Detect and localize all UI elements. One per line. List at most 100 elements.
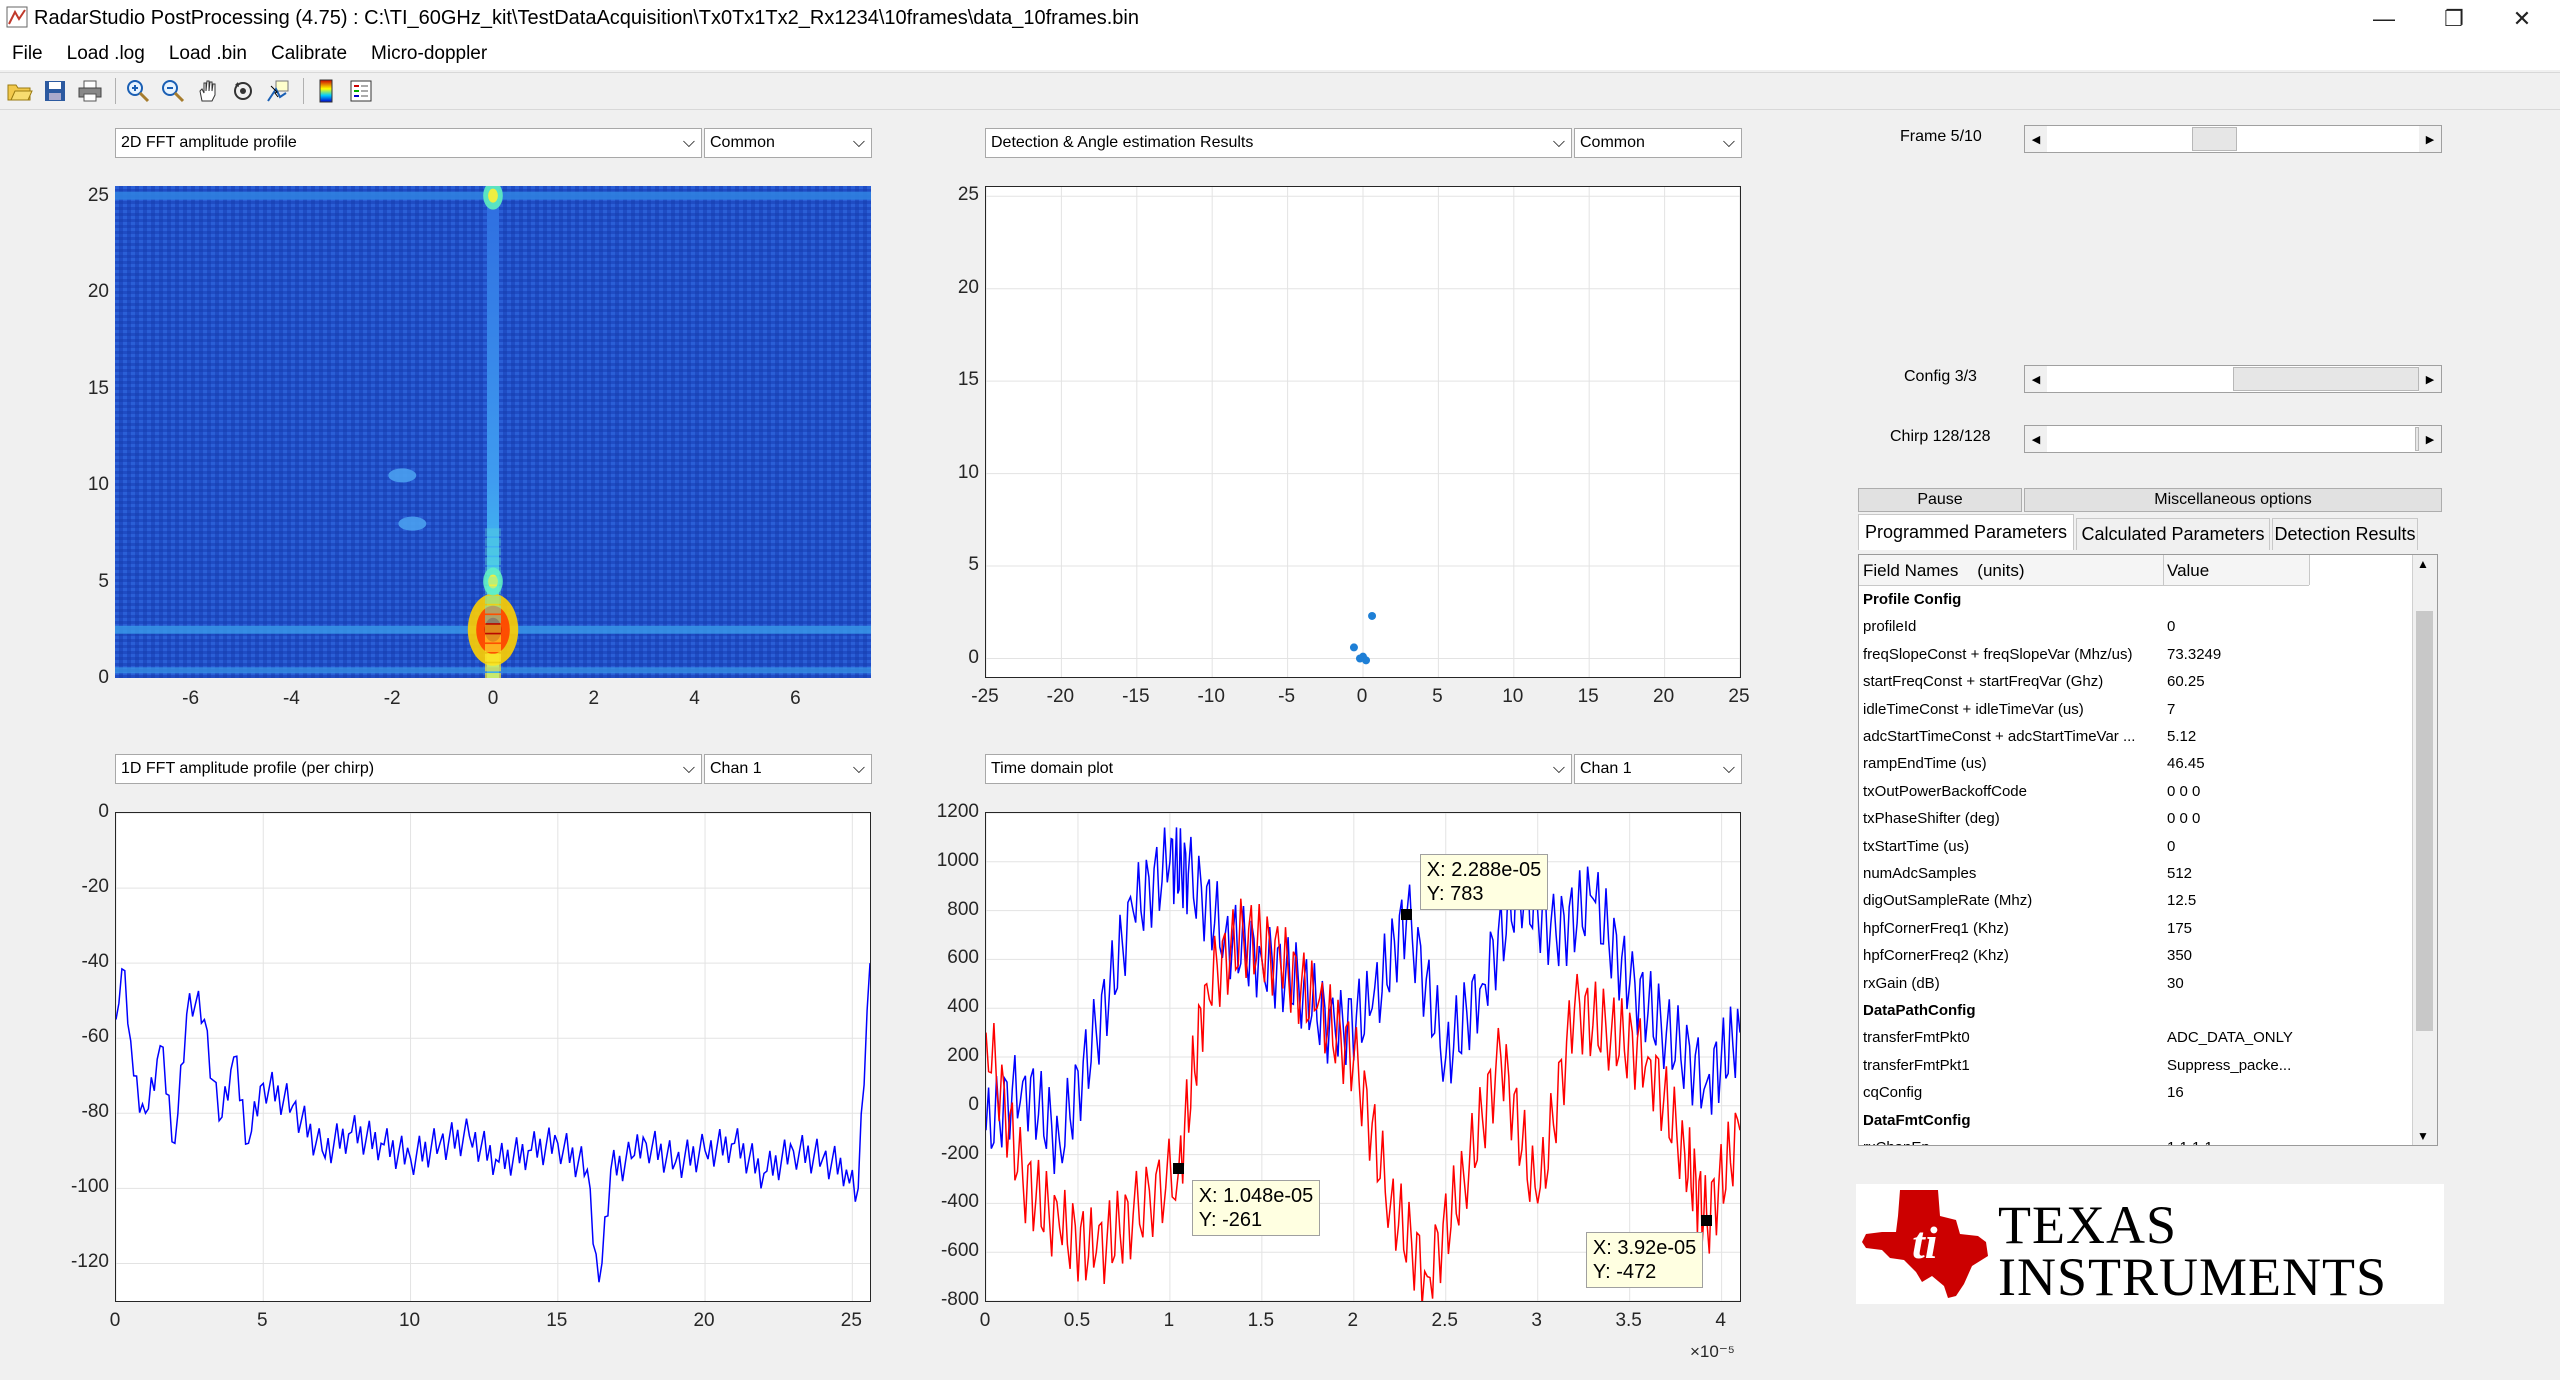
zoom-out-button[interactable] [157, 75, 189, 107]
datatip-marker[interactable] [1172, 1163, 1184, 1175]
table-row[interactable]: hpfCornerFreq1 (Khz) 175 [1859, 915, 2303, 942]
heatmap-cell [485, 566, 501, 575]
config-slider[interactable]: ◀ ▶ [2024, 365, 2442, 393]
colorbar-button[interactable] [310, 75, 342, 107]
minimize-button[interactable]: — [2346, 0, 2422, 38]
heatmap-hotspot [388, 468, 417, 483]
table-row[interactable]: txPhaseShifter (deg) 0 0 0 [1859, 805, 2303, 832]
chirp-slider[interactable]: ◀ ▶ [2024, 425, 2442, 453]
zoom-in-button[interactable] [122, 75, 154, 107]
table-row[interactable]: startFreqConst + startFreqVar (Ghz) 60.25 [1859, 668, 2303, 695]
pause-button[interactable]: Pause [1858, 488, 2022, 512]
y-tick-label: -200 [940, 1142, 979, 1164]
detection-scatter-axes[interactable] [985, 186, 1741, 678]
datatip-marker[interactable] [1700, 1214, 1712, 1226]
table-scrollbar[interactable]: ▲ ▼ [2412, 555, 2437, 1145]
plot-select-bottom-right[interactable]: Time domain plot ⌵ [985, 754, 1572, 784]
x-tick-label: 10 [1502, 686, 1524, 707]
x-axis-exponent: ×10⁻⁵ [1690, 1342, 1735, 1361]
scroll-up-icon[interactable]: ▲ [2417, 557, 2429, 571]
heatmap-cell [485, 586, 501, 595]
slider-left-arrow-icon[interactable]: ◀ [2025, 426, 2047, 452]
rotate-button[interactable] [227, 75, 259, 107]
slider-right-arrow-icon[interactable]: ▶ [2419, 126, 2441, 152]
chevron-down-icon: ⌵ [682, 134, 696, 151]
table-cell-name: DataPathConfig [1863, 1002, 1976, 1019]
mode-select-top-right[interactable]: Common ⌵ [1574, 128, 1742, 158]
menu-load-bin[interactable]: Load .bin [157, 43, 259, 65]
restore-button[interactable]: ❐ [2416, 0, 2492, 38]
scrollbar-thumb[interactable] [2416, 611, 2433, 1031]
frame-slider-thumb[interactable] [2192, 127, 2238, 151]
table-section-row[interactable]: DataPathConfig [1859, 997, 2303, 1024]
fft2d-heatmap-axes[interactable] [115, 186, 871, 678]
table-row[interactable]: numAdcSamples 512 [1859, 860, 2303, 887]
menu-calibrate[interactable]: Calibrate [259, 43, 359, 65]
slider-left-arrow-icon[interactable]: ◀ [2025, 366, 2047, 392]
datatip-box[interactable]: X: 3.92e-05 Y: -472 [1585, 1231, 1704, 1288]
tab-detection-results[interactable]: Detection Results [2272, 518, 2418, 550]
table-row[interactable]: transferFmtPkt0 ADC_DATA_ONLY [1859, 1024, 2303, 1051]
table-row[interactable]: rxGain (dB) 30 [1859, 970, 2303, 997]
table-row[interactable]: transferFmtPkt1 Suppress_packe... [1859, 1052, 2303, 1079]
open-button[interactable] [4, 75, 36, 107]
print-button[interactable] [74, 75, 106, 107]
tab-programmed-parameters[interactable]: Programmed Parameters [1858, 514, 2074, 550]
plot-select-top-right[interactable]: Detection & Angle estimation Results ⌵ [985, 128, 1572, 158]
datatip-box[interactable]: X: 1.048e-05 Y: -261 [1191, 1180, 1321, 1237]
close-button[interactable]: ✕ [2484, 0, 2560, 38]
table-section-row[interactable]: DataFmtConfig [1859, 1107, 2303, 1134]
plot-select-bottom-left[interactable]: 1D FFT amplitude profile (per chirp) ⌵ [115, 754, 702, 784]
channel-select-bottom-left[interactable]: Chan 1 ⌵ [704, 754, 872, 784]
x-tick-label: 1.5 [1247, 1310, 1275, 1331]
slider-right-arrow-icon[interactable]: ▶ [2419, 366, 2441, 392]
table-row[interactable]: hpfCornerFreq2 (Khz) 350 [1859, 942, 2303, 969]
table-row[interactable]: rampEndTime (us) 46.45 [1859, 750, 2303, 777]
table-row[interactable]: profileId 0 [1859, 613, 2303, 640]
pan-button[interactable] [192, 75, 224, 107]
frame-slider[interactable]: ◀ ▶ [2024, 125, 2442, 153]
table-section-row[interactable]: Profile Config [1859, 586, 2303, 613]
save-button[interactable] [39, 75, 71, 107]
config-slider-thumb[interactable] [2233, 367, 2419, 391]
y-tick-label: 600 [947, 947, 979, 969]
y-tick-label: 1200 [936, 801, 979, 822]
table-row[interactable]: digOutSampleRate (Mhz) 12.5 [1859, 887, 2303, 914]
channel-select-bottom-right[interactable]: Chan 1 ⌵ [1574, 754, 1742, 784]
scroll-down-icon[interactable]: ▼ [2417, 1129, 2429, 1143]
table-row[interactable]: txStartTime (us) 0 [1859, 833, 2303, 860]
detection-point[interactable] [1355, 654, 1364, 663]
legend-button[interactable] [345, 75, 377, 107]
table-cell-value: 512 [2167, 865, 2193, 882]
slider-right-arrow-icon[interactable]: ▶ [2419, 426, 2441, 452]
table-row[interactable]: freqSlopeConst + freqSlopeVar (Mhz/us) 73… [1859, 641, 2303, 668]
datatip-box[interactable]: X: 2.288e-05 Y: 783 [1419, 853, 1549, 910]
column-header-field[interactable]: Field Names (units) [1863, 561, 2025, 581]
toolbar [0, 72, 2560, 110]
data-cursor-button[interactable] [262, 75, 294, 107]
table-row[interactable]: rxChanEn1 1 1 1 [1859, 1134, 2303, 1145]
table-row[interactable]: adcStartTimeConst + adcStartTimeVar ... 5… [1859, 723, 2303, 750]
table-cell-value: 16 [2167, 1084, 2184, 1102]
misc-options-button[interactable]: Miscellaneous options [2024, 488, 2442, 512]
mode-select-top-left[interactable]: Common ⌵ [704, 128, 872, 158]
detection-point[interactable] [1368, 611, 1377, 620]
detection-point[interactable] [1349, 643, 1358, 652]
fft1d-line-axes[interactable] [115, 812, 871, 1302]
tab-calculated-parameters[interactable]: Calculated Parameters [2076, 518, 2270, 550]
table-cell-value: 0 [2167, 618, 2176, 636]
window-title: RadarStudio PostProcessing (4.75) : C:\T… [34, 7, 1139, 29]
table-row[interactable]: cqConfig 16 [1859, 1079, 2303, 1106]
datatip-marker[interactable] [1400, 908, 1412, 920]
column-header-value[interactable]: Value [2167, 561, 2209, 581]
time-domain-axes[interactable] [985, 812, 1741, 1302]
menu-micro-doppler[interactable]: Micro-doppler [359, 43, 499, 65]
parameters-table[interactable]: Field Names (units) Value Profile Config… [1858, 554, 2438, 1146]
menu-load-log[interactable]: Load .log [55, 43, 157, 65]
plot-select-top-left[interactable]: 2D FFT amplitude profile ⌵ [115, 128, 702, 158]
menu-file[interactable]: File [0, 43, 55, 65]
table-row[interactable]: idleTimeConst + idleTimeVar (us) 7 [1859, 696, 2303, 723]
channel-select-label: Chan 1 [1580, 760, 1632, 777]
slider-left-arrow-icon[interactable]: ◀ [2025, 126, 2047, 152]
table-row[interactable]: txOutPowerBackoffCode 0 0 0 [1859, 778, 2303, 805]
